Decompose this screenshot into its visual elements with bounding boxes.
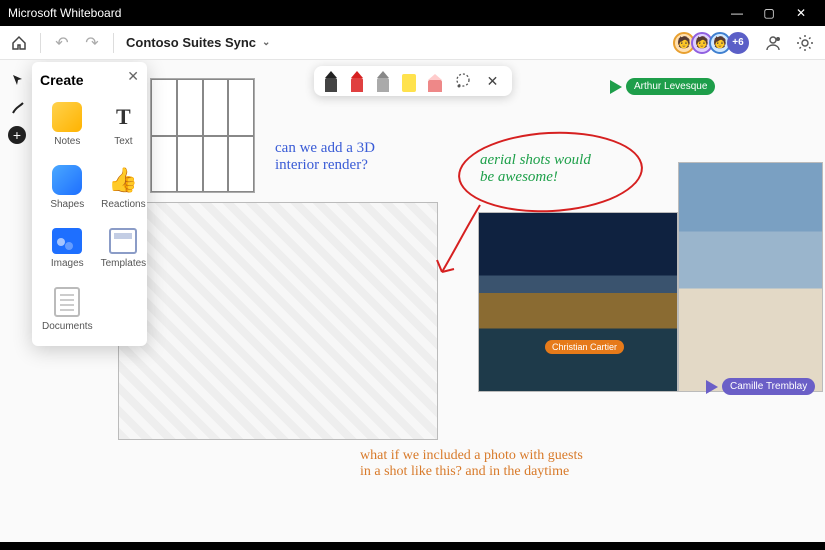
app-toolbar: ↶ ↷ Contoso Suites Sync ⌄ 🧑 🧑 🧑 +6 — [0, 26, 825, 60]
create-item-label: Reactions — [101, 199, 145, 210]
shapes-icon — [52, 165, 82, 195]
ink-tool-button[interactable] — [8, 98, 28, 118]
documents-icon — [54, 287, 80, 317]
window-close-button[interactable]: ✕ — [785, 6, 817, 20]
undo-button[interactable]: ↶ — [49, 30, 75, 56]
ink-toolbar: ✕ — [314, 66, 512, 96]
window-minimize-button[interactable]: — — [721, 6, 753, 20]
ink-annotation-green[interactable]: aerial shots would be awesome! — [480, 152, 591, 186]
create-item-notes[interactable]: Notes — [40, 96, 95, 153]
left-tool-column: + — [8, 70, 28, 144]
remote-cursor-arthur: Arthur Levesque — [610, 78, 715, 95]
templates-icon — [109, 228, 137, 254]
share-button[interactable] — [759, 29, 787, 57]
whiteboard-canvas[interactable]: + ✕ Create Notes T Text Shapes 👍 Reactio… — [0, 60, 825, 542]
chevron-down-icon: ⌄ — [262, 37, 270, 48]
ink-annotation-orange[interactable]: what if we included a photo with guests … — [360, 448, 583, 480]
notes-icon — [52, 102, 82, 132]
create-item-reactions[interactable]: 👍 Reactions — [99, 159, 149, 216]
plus-icon: + — [13, 128, 21, 142]
pen-gray[interactable] — [374, 68, 392, 92]
create-item-documents[interactable]: Documents — [40, 281, 95, 338]
canvas-image-floorplan[interactable] — [150, 78, 255, 193]
window-bottom-edge — [0, 542, 825, 550]
canvas-image-house-photo[interactable] — [478, 212, 678, 392]
pen-red[interactable] — [348, 68, 366, 92]
create-panel-title: Create — [40, 72, 139, 88]
ink-arrow-red[interactable] — [430, 200, 490, 280]
create-item-label: Documents — [42, 321, 93, 332]
board-name-text: Contoso Suites Sync — [126, 35, 256, 50]
add-tool-button[interactable]: + — [8, 126, 26, 144]
create-item-images[interactable]: Images — [40, 222, 95, 275]
create-item-label: Notes — [54, 136, 80, 147]
cursor-name-label: Arthur Levesque — [626, 78, 715, 95]
canvas-image-lobby-photo[interactable] — [678, 162, 823, 392]
create-item-label: Images — [51, 258, 84, 269]
lasso-tool[interactable] — [452, 70, 474, 92]
settings-button[interactable] — [791, 29, 819, 57]
redo-button[interactable]: ↷ — [79, 30, 105, 56]
select-tool-button[interactable] — [8, 70, 28, 90]
highlighter-tool[interactable] — [400, 68, 418, 92]
cursor-pointer-icon — [610, 80, 622, 94]
text-icon: T — [108, 102, 138, 132]
create-panel: ✕ Create Notes T Text Shapes 👍 Reactions… — [32, 62, 147, 346]
remote-cursor-christian-label: Christian Cartier — [545, 340, 624, 354]
avatar-overflow[interactable]: +6 — [727, 32, 749, 54]
reactions-icon: 👍 — [108, 165, 138, 195]
create-item-templates[interactable]: Templates — [99, 222, 149, 275]
create-item-label: Templates — [101, 258, 147, 269]
canvas-image-lineart[interactable] — [118, 202, 438, 440]
window-maximize-button[interactable]: ▢ — [753, 6, 785, 20]
eraser-tool[interactable] — [426, 68, 444, 92]
create-panel-close-button[interactable]: ✕ — [127, 68, 139, 85]
presence-avatars[interactable]: 🧑 🧑 🧑 +6 — [679, 32, 749, 54]
window-titlebar: Microsoft Whiteboard — ▢ ✕ — [0, 0, 825, 26]
images-icon — [52, 228, 82, 254]
board-name-dropdown[interactable]: Contoso Suites Sync ⌄ — [126, 35, 270, 50]
create-item-shapes[interactable]: Shapes — [40, 159, 95, 216]
create-item-label: Shapes — [50, 199, 84, 210]
create-item-text[interactable]: T Text — [99, 96, 149, 153]
app-title: Microsoft Whiteboard — [8, 6, 121, 20]
ink-toolbar-close-button[interactable]: ✕ — [482, 70, 504, 92]
cursor-name-label: Camille Tremblay — [722, 378, 815, 395]
cursor-pointer-icon — [706, 380, 718, 394]
remote-cursor-camille: Camille Tremblay — [706, 378, 815, 395]
ink-annotation-blue[interactable]: can we add a 3D interior render? — [275, 140, 375, 174]
create-item-label: Text — [114, 136, 132, 147]
home-button[interactable] — [6, 30, 32, 56]
pen-black[interactable] — [322, 68, 340, 92]
